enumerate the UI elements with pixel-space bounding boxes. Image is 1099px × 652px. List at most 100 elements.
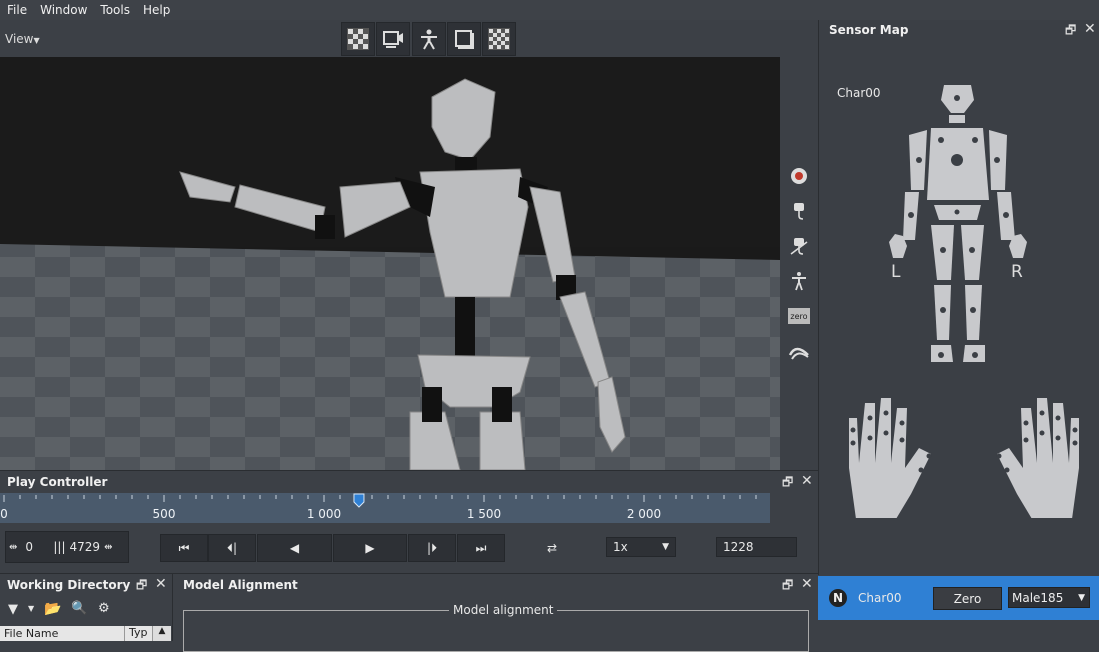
- file-list-header: File Name Typ ▲: [0, 626, 171, 641]
- current-frame-input[interactable]: 1228: [716, 537, 797, 557]
- close-icon[interactable]: ✕: [1084, 21, 1096, 37]
- viewport-side-toolbar: zero: [780, 57, 818, 470]
- float-panel-icon[interactable]: 🗗: [1065, 21, 1076, 42]
- settings-folder-icon[interactable]: ⚙: [98, 601, 110, 616]
- range-start-handle-icon[interactable]: ⇹: [9, 542, 17, 553]
- range-field: ⇹ 0 ||| 4729 ⇹: [5, 531, 129, 563]
- character-row[interactable]: N Char00 Zero Male185 ▼: [818, 576, 1099, 620]
- timeline-tick-label: 0: [0, 507, 8, 521]
- body-sensor-diagram: [889, 85, 1027, 362]
- working-directory-panel: Working Directory 🗗 ✕ ▼ ▼ 📂 🔍 ⚙ File Nam…: [0, 573, 173, 641]
- grid-toggle-button[interactable]: [482, 22, 516, 56]
- record-button[interactable]: [788, 165, 810, 187]
- filter-icon[interactable]: ▼: [8, 602, 18, 617]
- go-to-start-button[interactable]: ⏮: [160, 534, 208, 562]
- loop-button[interactable]: ⇄: [536, 534, 568, 562]
- close-icon[interactable]: ✕: [155, 576, 167, 592]
- body-icon: [421, 29, 437, 50]
- play-button[interactable]: ▶: [333, 534, 407, 562]
- timeline-scrubber[interactable]: 05001 0001 5002 0002 5003 0003 5004 0004…: [0, 493, 770, 523]
- model-alignment-group-label: Model alignment: [449, 603, 558, 617]
- range-end-handle-icon[interactable]: ⇹: [104, 542, 112, 553]
- play-icon: ▶: [365, 541, 375, 555]
- sensor-map-character: Char00: [837, 86, 881, 100]
- speed-value: 1x: [613, 540, 628, 554]
- range-end-value[interactable]: 4729: [70, 540, 101, 554]
- checker-icon: [347, 28, 369, 50]
- menu-bar: File Window Tools Help: [0, 0, 1099, 20]
- timeline-tick-label: 2 000: [627, 507, 661, 521]
- menu-window[interactable]: Window: [33, 3, 93, 17]
- play-reverse-icon: ◀: [289, 541, 300, 555]
- search-folder-icon[interactable]: 🔍: [71, 601, 87, 616]
- column-file-name[interactable]: File Name: [4, 627, 58, 640]
- plug-off-icon: [790, 238, 808, 255]
- figure-icon: [792, 272, 806, 291]
- grid-icon: [488, 28, 510, 50]
- play-controller-panel: Play Controller 🗗 ✕ 05001 0001 5002 0002…: [0, 470, 818, 571]
- frame-icon: [455, 30, 474, 49]
- hands-sensor-diagram: [849, 398, 1079, 518]
- previous-frame-button[interactable]: ⏴|: [208, 534, 256, 562]
- view-toolbar: View▼: [0, 20, 818, 57]
- menu-help[interactable]: Help: [136, 3, 176, 17]
- float-panel-icon[interactable]: 🗗: [136, 576, 147, 597]
- sensor-map-title: Sensor Map: [829, 23, 909, 37]
- menu-tools[interactable]: Tools: [93, 3, 136, 17]
- play-backward-button[interactable]: ◀: [257, 534, 332, 562]
- character-badge: N: [829, 589, 847, 607]
- chevron-down-icon: ▼: [1078, 592, 1085, 603]
- range-divider-icon: |||: [53, 540, 66, 554]
- record-icon: [791, 168, 807, 184]
- zero-character-button[interactable]: Zero: [933, 587, 1002, 610]
- close-icon[interactable]: ✕: [801, 473, 813, 489]
- character-name: Char00: [858, 591, 902, 605]
- float-panel-icon[interactable]: 🗗: [782, 473, 793, 494]
- camera-icon: [383, 31, 403, 48]
- next-frame-button[interactable]: |⏵: [408, 534, 456, 562]
- view-menu[interactable]: View▼: [5, 32, 40, 46]
- step-forward-icon: |⏵: [426, 540, 438, 555]
- chevron-down-icon: ▼: [662, 542, 669, 552]
- speed-select[interactable]: 1x ▼: [606, 537, 676, 557]
- scroll-up-icon[interactable]: ▲: [152, 626, 171, 641]
- timeline-tick-label: 500: [153, 507, 176, 521]
- zero-icon: zero: [788, 308, 810, 324]
- viewport-scene: [0, 57, 780, 470]
- timeline-ruler: 05001 0001 5002 0002 5003 0003 5004 0004…: [0, 493, 757, 521]
- close-icon[interactable]: ✕: [801, 576, 813, 592]
- camera-button[interactable]: [376, 22, 410, 56]
- working-directory-title: Working Directory: [7, 578, 131, 592]
- 3d-viewport[interactable]: [0, 57, 780, 470]
- timeline-tick-label: 1 500: [467, 507, 501, 521]
- step-back-icon: ⏴|: [226, 540, 238, 555]
- body-pose-button[interactable]: [412, 22, 446, 56]
- float-panel-icon[interactable]: 🗗: [782, 576, 793, 597]
- play-controller-title: Play Controller: [7, 475, 108, 489]
- body-model-select[interactable]: Male185 ▼: [1008, 587, 1090, 608]
- range-start-value[interactable]: 0: [25, 540, 53, 554]
- go-to-end-button[interactable]: ⏭: [457, 534, 505, 562]
- t-pose-button[interactable]: [788, 270, 810, 292]
- chevron-down-icon: ▼: [33, 36, 40, 45]
- frame-button[interactable]: [447, 22, 481, 56]
- model-alignment-title: Model Alignment: [183, 578, 298, 592]
- skip-end-icon: ⏭: [475, 540, 487, 555]
- playhead-marker[interactable]: [353, 493, 365, 508]
- checker-toggle-button[interactable]: [341, 22, 375, 56]
- chevron-down-icon[interactable]: ▼: [28, 604, 34, 613]
- sensor-connect-button[interactable]: [788, 200, 810, 222]
- calibrate-icon: [788, 347, 809, 360]
- folder-icon[interactable]: 📂: [44, 601, 61, 617]
- plug-icon: [794, 203, 804, 220]
- loop-icon: ⇄: [546, 541, 558, 555]
- zero-button[interactable]: zero: [787, 305, 811, 327]
- menu-file[interactable]: File: [0, 3, 33, 17]
- sensor-disconnect-button[interactable]: [788, 235, 810, 257]
- timeline-tick-label: 1 000: [307, 507, 341, 521]
- skip-start-icon: ⏮: [178, 540, 190, 555]
- calibrate-button[interactable]: [788, 340, 810, 362]
- model-alignment-panel: Model Alignment 🗗 ✕ Model alignment: [173, 573, 818, 652]
- column-type[interactable]: Typ: [124, 626, 148, 641]
- sensor-map-panel: Sensor Map 🗗 ✕ Char00 L R: [818, 20, 1099, 575]
